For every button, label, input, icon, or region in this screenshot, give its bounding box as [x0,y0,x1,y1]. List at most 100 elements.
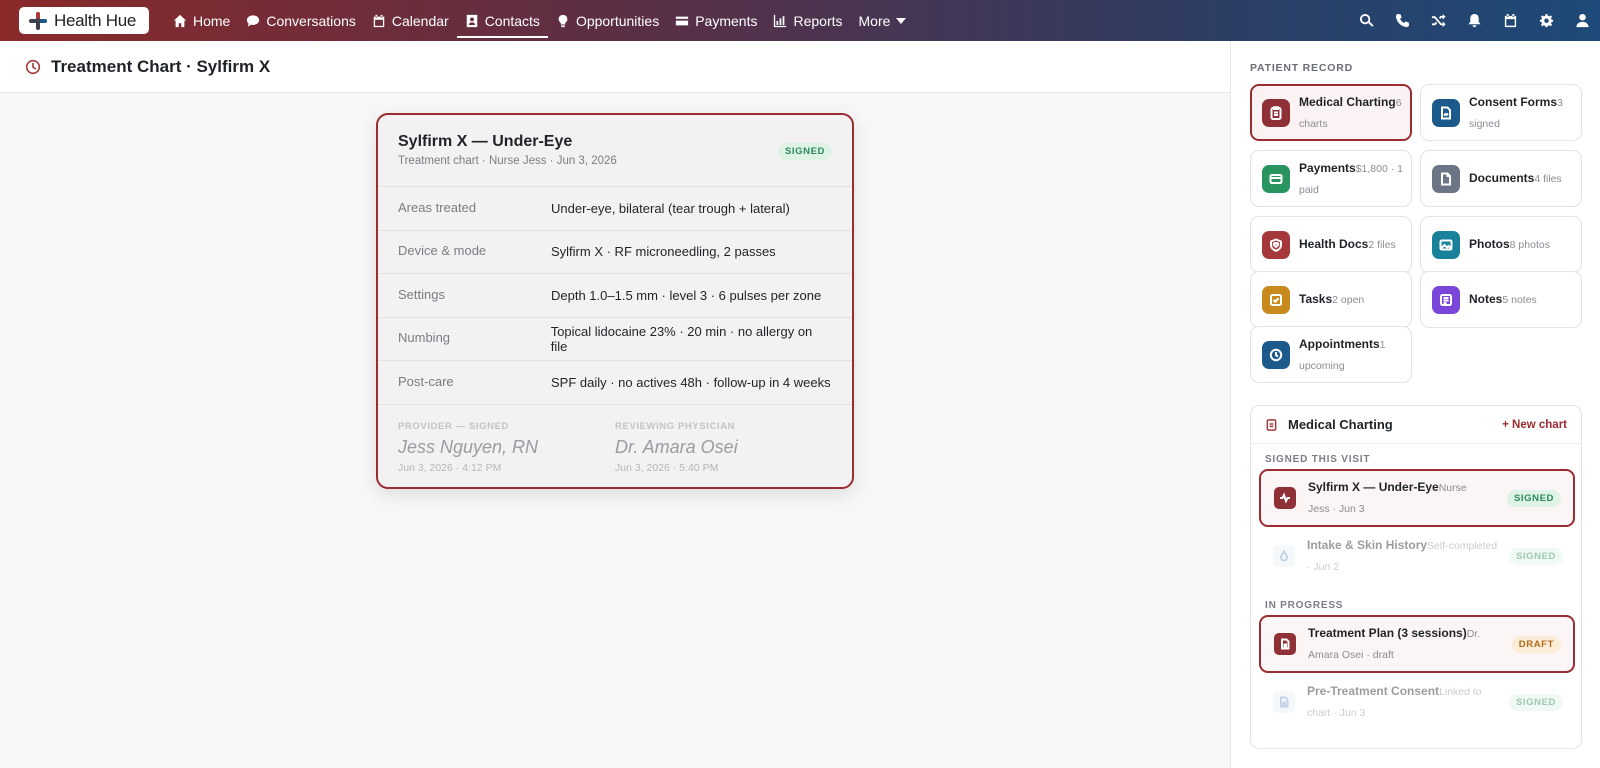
bell-icon [1467,13,1481,28]
row-label: Areas treated [398,199,477,215]
calendar-button[interactable] [1492,0,1528,41]
search-button[interactable] [1348,0,1384,41]
nav-calendar[interactable]: Calendar [364,0,457,41]
top-navigation-bar: Health Hue Home Conversations Calendar C… [0,0,1600,41]
tile-name: Consent Forms [1469,94,1558,109]
tile-documents[interactable]: Documents4 files [1420,150,1582,207]
chart-list-item[interactable]: Pre-Treatment ConsentLinked to chart · Ju… [1259,673,1575,731]
status-badge: SIGNED [1506,489,1561,507]
row-label: Post-care [398,373,454,389]
row-value: Sylfirm X · RF microneedling, 2 passes [551,244,776,260]
item-meta-inline: Nurse [1438,482,1467,494]
item-name: Treatment Plan (3 sessions) [1308,626,1467,640]
chart-title: Sylfirm X — Under-Eye [398,133,573,150]
status-badge: SIGNED [1508,693,1563,711]
note-icon [1432,285,1460,314]
chart-list-item[interactable]: Sylfirm X — Under-EyeNurse Jess · Jun 3 S… [1259,469,1575,527]
top-right-actions [1348,0,1600,41]
item-name: Sylfirm X — Under-Eye [1308,480,1439,494]
chart-list-item[interactable]: Intake & Skin HistorySelf-completed · Jun… [1259,527,1575,585]
row-value: SPF daily · no actives 48h · follow-up i… [551,374,831,390]
status-badge: SIGNED [1508,547,1563,565]
main-nav: Home Conversations Calendar Contacts Opp… [165,0,914,41]
item-meta-inline: Dr. [1466,628,1481,640]
tile-meta: paid [1299,183,1319,196]
tile-health-docs[interactable]: Health Docs2 files [1250,216,1412,273]
card-icon [676,16,689,25]
item-meta: · Jun 2 [1307,561,1340,573]
nav-label: More [858,12,891,29]
item-name: Pre-Treatment Consent [1307,684,1440,698]
clock-icon [1262,340,1290,369]
row-label: Settings [398,286,445,302]
card-icon [1262,164,1290,193]
tile-count: 5 notes [1502,294,1537,306]
tile-appointments[interactable]: Appointments1 upcoming [1250,326,1412,383]
tile-count: 1 [1379,338,1386,351]
physician-signature: REVIEWING PHYSICIAN Dr. Amara Osei Jun 3… [615,421,832,474]
tile-meta: upcoming [1299,359,1345,372]
panel-title: Medical Charting [1288,417,1393,432]
nav-contacts[interactable]: Contacts [456,0,549,41]
tile-photos[interactable]: Photos8 photos [1420,216,1582,273]
phone-button[interactable] [1384,0,1420,41]
tile-name: Documents [1469,171,1535,185]
nav-reports[interactable]: Reports [765,0,850,41]
nav-label: Conversations [266,12,356,29]
nav-conversations[interactable]: Conversations [238,0,364,41]
caret-down-icon [896,17,907,24]
checkbox-icon [1262,285,1290,314]
tile-count: 2 open [1332,294,1365,306]
tile-name: Medical Charting [1299,94,1396,109]
app-name: Health Hue [54,10,137,30]
nav-home[interactable]: Home [165,0,238,41]
tile-count: 8 photos [1509,239,1550,251]
app-logo[interactable]: Health Hue [19,7,149,34]
patient-record-sidebar: PATIENT RECORD Medical Charting6 charts C… [1230,41,1600,768]
lightbulb-icon [558,14,568,27]
signature-date: Jun 3, 2026 · 4:12 PM [398,461,502,474]
tile-name: Appointments [1299,336,1380,351]
new-chart-button[interactable]: + New chart [1502,419,1567,431]
tile-tasks[interactable]: Tasks2 open [1250,271,1412,328]
item-meta: chart · Jun 3 [1307,707,1366,719]
page-title: Treatment Chart · Sylfirm X [51,56,271,76]
tile-medical-charting[interactable]: Medical Charting6 charts [1250,84,1412,141]
tile-payments[interactable]: Payments$1,800 · 1 paid [1250,150,1412,207]
page-header: Treatment Chart · Sylfirm X [0,41,1230,93]
chart-list-item[interactable]: Treatment Plan (3 sessions)Dr. Amara Osei… [1259,615,1575,673]
nav-more[interactable]: More [851,0,915,41]
card-header: Sylfirm X — Under-Eye Treatment chart · … [378,115,852,187]
tile-name: Health Docs [1299,237,1369,251]
row-value: Under-eye, bilateral (tear trough + late… [551,200,790,216]
shuffle-icon [1431,13,1446,28]
notifications-button[interactable] [1456,0,1492,41]
nav-label: Payments [695,12,758,29]
tile-consent-forms[interactable]: Consent Forms3 signed [1420,84,1582,141]
status-badge: DRAFT [1511,635,1561,653]
signature-label: PROVIDER — SIGNED [398,420,510,432]
tile-meta: signed [1469,117,1500,130]
row-value: Topical lidocaine 23% · 20 min · no alle… [550,323,813,354]
tile-count: $1,800 · 1 [1355,162,1403,175]
settings-button[interactable] [1528,0,1564,41]
signature-name: Jess Nguyen, RN [398,436,539,457]
chat-icon [247,14,260,27]
shuffle-button[interactable] [1420,0,1456,41]
chart-row: Post-care SPF daily · no actives 48h · f… [378,361,852,405]
droplet-icon [1273,545,1295,567]
tile-name: Notes [1469,292,1503,306]
nav-payments[interactable]: Payments [667,0,765,41]
chart-icon [774,14,787,27]
nav-opportunities[interactable]: Opportunities [548,0,667,41]
tile-name: Payments [1299,160,1356,175]
clipboard-icon [1266,419,1277,431]
profile-button[interactable] [1564,0,1600,41]
signature-date: Jun 3, 2026 · 5:40 PM [615,461,719,474]
heart-shield-icon [1262,230,1290,259]
tile-count: 3 [1557,96,1563,109]
signature-name: Dr. Amara Osei [615,436,738,457]
history-icon[interactable] [25,59,41,75]
tile-count: 2 files [1368,239,1396,251]
tile-notes[interactable]: Notes5 notes [1420,271,1582,328]
